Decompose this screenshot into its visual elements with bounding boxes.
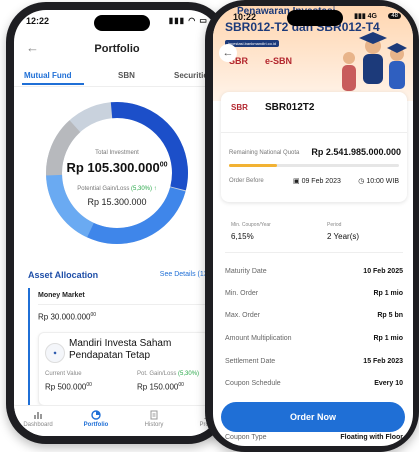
promo-banner: Penawaran Investasi SBR012-T2 dan SBR012… [213, 6, 413, 101]
quota-progress-track [229, 164, 399, 167]
category-name: Money Market [38, 292, 85, 299]
pot-gain-label: Pot. Gain/Loss (5,30%) [137, 371, 200, 377]
detail-row-max-order: Max. Order Rp 5 bn [225, 312, 403, 319]
status-time: 10:22 [233, 12, 257, 22]
min-coupon-label: Min. Coupon/Year [231, 222, 271, 228]
total-investment-label: Total Investment [95, 150, 139, 156]
period-label: Period [327, 222, 342, 228]
quota-progress-fill [229, 164, 277, 167]
bar-chart-icon [34, 412, 42, 419]
detail-row-maturity: Maturity Date 10 Feb 2025 [225, 268, 403, 275]
order-before-time: ◷ 10:00 WIB [358, 178, 399, 185]
divider [221, 132, 407, 133]
page-title: Portfolio [94, 43, 140, 55]
active-tab-underline [22, 83, 84, 85]
order-before-label: Order Before [229, 178, 264, 184]
phone-right: Penawaran Investasi SBR012-T2 dan SBR012… [205, 0, 419, 452]
tab-mutual-fund[interactable]: Mutual Fund [24, 71, 72, 80]
gain-loss-label: Potential Gain/Loss (5,30%) ↑ [77, 186, 157, 192]
nav-portfolio[interactable]: Portfolio [78, 410, 114, 428]
nav-history[interactable]: History [136, 410, 172, 428]
detail-row-coupon-schedule: Coupon Schedule Every 10 [225, 380, 403, 387]
total-investment-value: Rp 105.300.00000 [66, 160, 168, 175]
portfolio-tabs: Mutual Fund SBN Securities [14, 68, 220, 87]
period-value: 2 Year(s) [327, 232, 360, 241]
graduates-illustration [342, 32, 407, 91]
phone-left: 12:22 ▮▮▮ ◠ ▭ ← Portfolio Mutual Fund SB… [6, 2, 228, 444]
detail-row-amount-multiplication: Amount Multiplication Rp 1 mio [225, 335, 403, 342]
sbn-detail-screen: Penawaran Investasi SBR012-T2 dan SBR012… [213, 6, 413, 446]
mandiri-logo-icon: ◆ [45, 343, 65, 363]
fund-card[interactable]: ◆ Mandiri Investa Saham Pendapatan Tetap… [38, 332, 210, 406]
divider [38, 304, 214, 305]
category-value: Rp 30.000.00000 [38, 312, 97, 322]
money-market-section: Money Market Rp 30.000.00000 ◆ Mandiri I… [28, 288, 214, 408]
back-arrow-icon[interactable]: ← [219, 44, 237, 62]
status-icons: ▮▮▮ ◠ ▭ [168, 16, 208, 25]
product-card: SBR SBR012T2 Remaining National Quota Rp… [221, 92, 407, 202]
document-icon [150, 410, 158, 420]
nav-dashboard[interactable]: Dashboard [20, 410, 56, 428]
status-time: 12:22 [26, 16, 50, 26]
see-details-link[interactable]: See Details (13) [160, 271, 210, 278]
esbn-logo: e-SBN [265, 56, 293, 66]
detail-row-min-order: Min. Order Rp 1 mio [225, 290, 403, 297]
remaining-quota-label: Remaining National Quota [229, 150, 300, 156]
divider [225, 252, 403, 253]
current-value-label: Current Value [45, 371, 82, 377]
pot-gain-value: Rp 150.00000 [137, 382, 184, 392]
portfolio-screen: 12:22 ▮▮▮ ◠ ▭ ← Portfolio Mutual Fund SB… [14, 10, 220, 436]
product-name: SBR012T2 [265, 102, 315, 113]
battery-indicator: 48 [388, 13, 401, 19]
order-before-date: ▣ 09 Feb 2023 [293, 178, 341, 185]
status-signal: ▮▮▮ 4G [354, 13, 377, 20]
asset-allocation-title: Asset Allocation [28, 270, 99, 280]
detail-row-settlement: Settlement Date 15 Feb 2023 [225, 358, 403, 365]
bottom-navigation: Dashboard Portfolio History Profile [14, 405, 220, 436]
fund-name: Mandiri Investa Saham Pendapatan Tetap [69, 338, 172, 361]
dynamic-island [287, 10, 343, 26]
dynamic-island [94, 15, 150, 31]
detail-row-coupon-type: Coupon Type Floating with Floor [225, 434, 403, 441]
current-value: Rp 500.00000 [45, 382, 92, 392]
min-coupon-value: 6,15% [231, 232, 254, 241]
order-now-button[interactable]: Order Now [221, 402, 405, 432]
remaining-quota-value: Rp 2.541.985.000.000 [311, 147, 401, 157]
gain-loss-value: Rp 15.300.000 [87, 197, 147, 207]
portfolio-pie-icon [91, 410, 101, 420]
tab-sbn[interactable]: SBN [118, 71, 135, 80]
product-logo: SBR [231, 103, 248, 112]
